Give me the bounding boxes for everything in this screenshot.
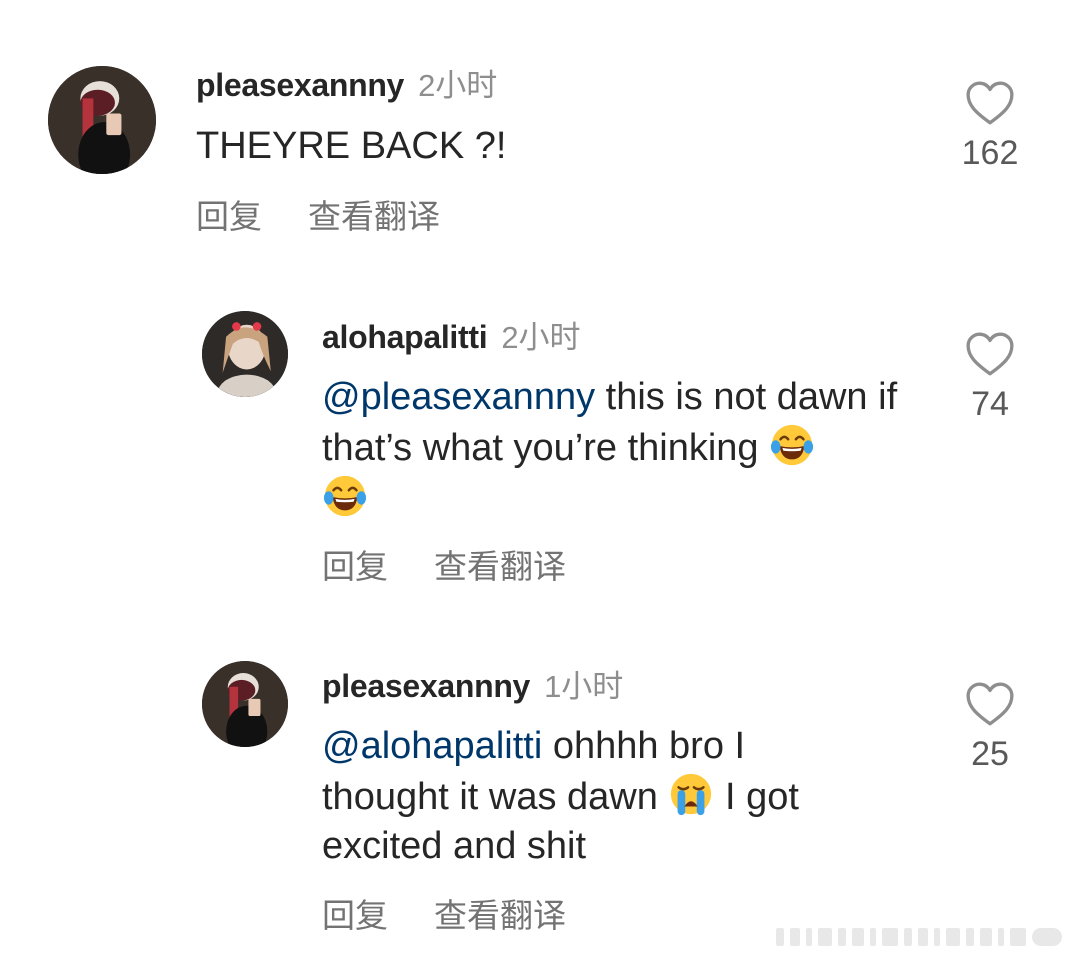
- comment-text: @alohapalitti ohhhh bro I thought it was…: [322, 722, 882, 871]
- like-count: 162: [961, 134, 1019, 172]
- heart-outline-icon[interactable]: [965, 331, 1015, 377]
- mention-link[interactable]: @pleasexannny: [322, 376, 595, 418]
- comment-text: @pleasexannny this is not dawn if that’s…: [322, 373, 922, 524]
- comment-timestamp: 2小时: [501, 320, 581, 355]
- like-count: 74: [971, 385, 1009, 423]
- comment-text: THEYRE BACK ?!: [196, 122, 916, 171]
- reply-button[interactable]: 回复: [322, 547, 388, 586]
- like-count: 25: [971, 735, 1009, 773]
- watermark-strokes: [776, 928, 1062, 946]
- see-translation-button[interactable]: 查看翻译: [434, 896, 566, 935]
- mention-link[interactable]: @alohapalitti: [322, 725, 542, 767]
- comment-timestamp: 2小时: [418, 68, 498, 103]
- avatar[interactable]: [202, 661, 288, 747]
- avatar[interactable]: [48, 66, 156, 174]
- reply-button[interactable]: 回复: [196, 197, 262, 236]
- face-with-tears-of-joy-emoji: [769, 422, 815, 468]
- heart-outline-icon[interactable]: [965, 681, 1015, 727]
- loudly-crying-face-emoji: [668, 771, 714, 817]
- comment-body: THEYRE BACK ?!: [196, 125, 507, 167]
- comment-username[interactable]: pleasexannny: [196, 67, 404, 103]
- heart-outline-icon[interactable]: [965, 80, 1015, 126]
- face-with-tears-of-joy-emoji: [322, 473, 368, 519]
- see-translation-button[interactable]: 查看翻译: [308, 197, 440, 236]
- see-translation-button[interactable]: 查看翻译: [434, 547, 566, 586]
- comment-username[interactable]: alohapalitti: [322, 319, 488, 355]
- reply-button[interactable]: 回复: [322, 896, 388, 935]
- comment-username[interactable]: pleasexannny: [322, 668, 530, 704]
- avatar[interactable]: [202, 311, 288, 397]
- comment-timestamp: 1小时: [544, 669, 624, 704]
